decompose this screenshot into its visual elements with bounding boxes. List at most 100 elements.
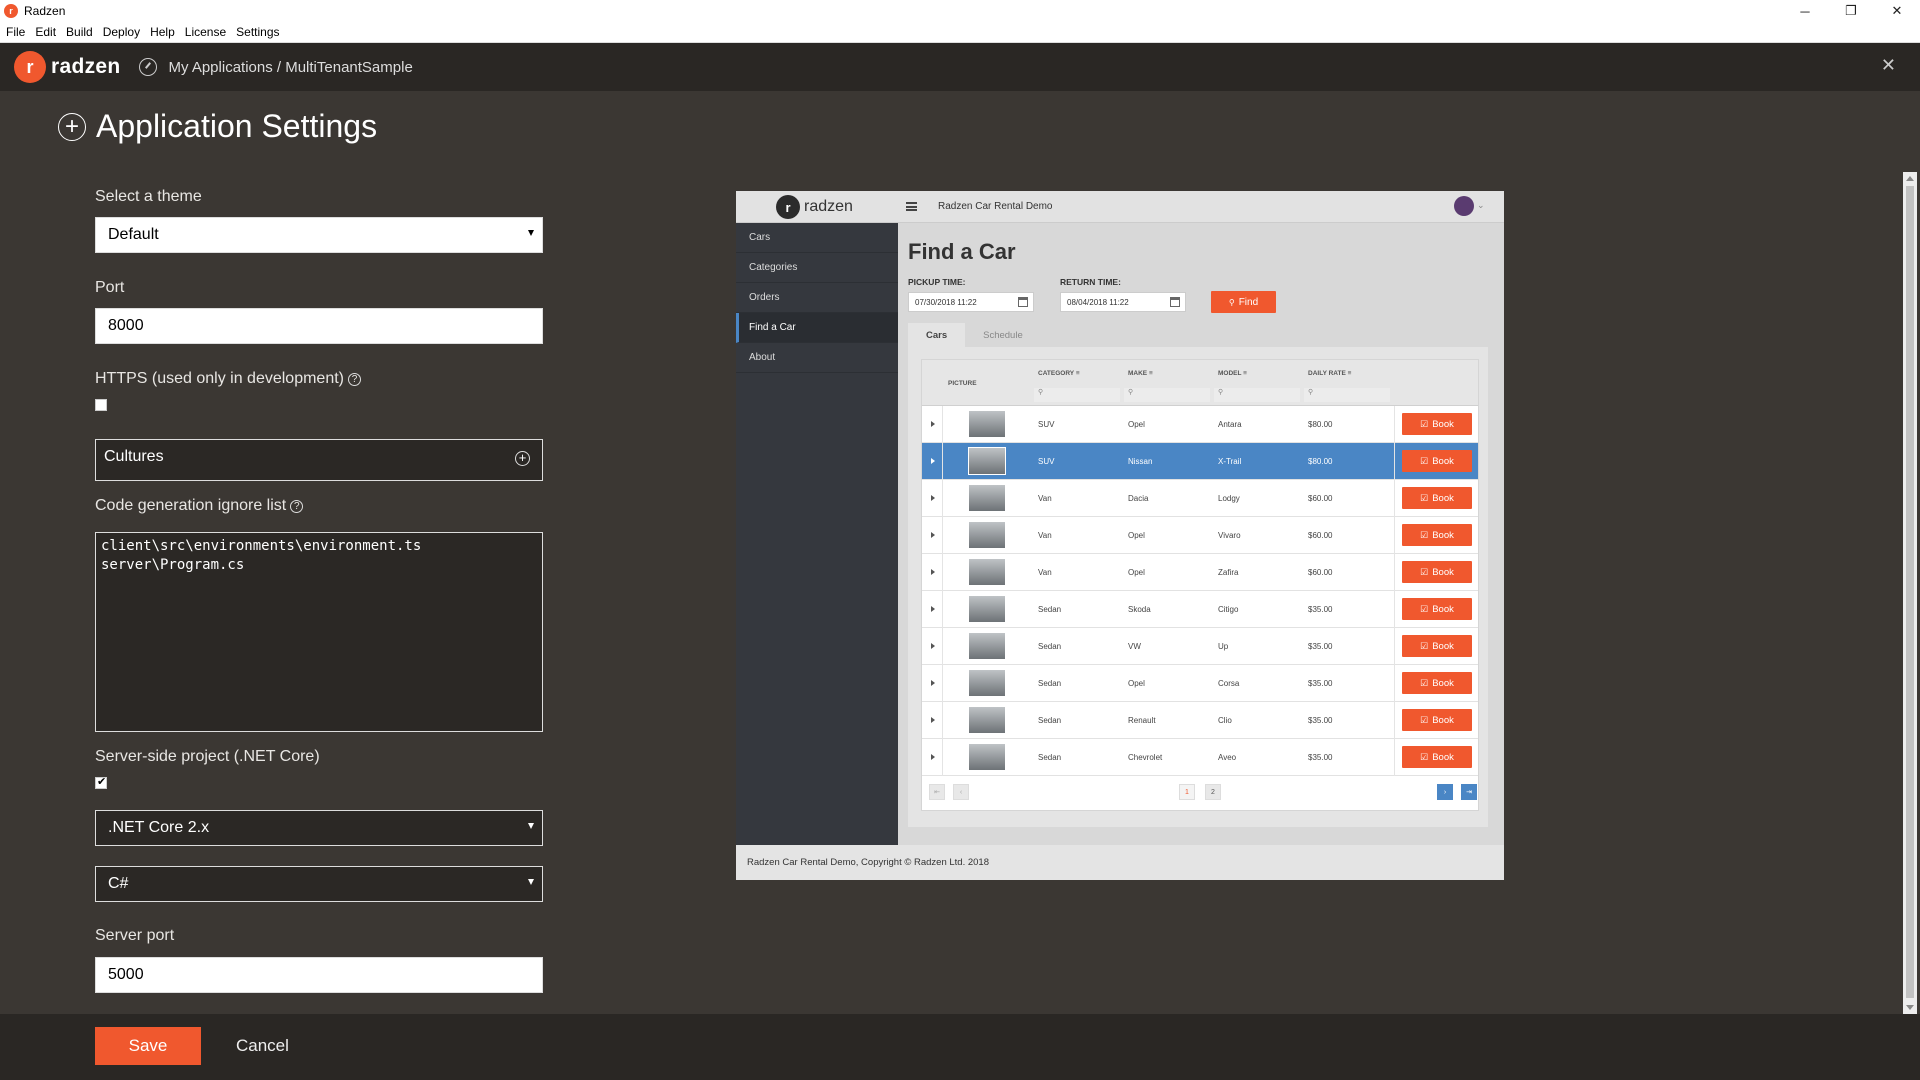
cell-rate: $35.00 [1308,716,1333,725]
preview-grid-header: PICTURE CATEGORY ≡ MAKE ≡ MODEL ≡ DAILY … [922,360,1478,406]
expand-icon [931,680,935,686]
column-divider [942,406,943,443]
calendar-icon [1170,297,1180,307]
close-icon[interactable]: ✕ [1881,55,1896,76]
search-icon: ⚲ [1228,297,1235,307]
book-button-label: Book [1432,455,1454,467]
table-row: SUV Opel Antara $80.00 ☑ Book [922,406,1478,443]
preview-tab-panel: PICTURE CATEGORY ≡ MAKE ≡ MODEL ≡ DAILY … [908,347,1488,827]
https-checkbox[interactable] [95,399,107,411]
preview-pickup-label: PICKUP TIME: [908,277,966,287]
column-picture: PICTURE [948,380,977,387]
server-port-input-value: 5000 [108,966,144,983]
table-row: Sedan Renault Clio $35.00 ☑ Book [922,702,1478,739]
car-picture [968,410,1006,438]
window-close-icon[interactable]: ✕ [1874,0,1920,22]
check-square-icon: ☑ [1420,418,1429,429]
help-icon[interactable]: ? [290,500,304,513]
cell-rate: $35.00 [1308,753,1333,762]
cell-category: Sedan [1038,753,1062,762]
window-titlebar: r Radzen ─ ❐ ✕ [0,0,1920,22]
book-button-label: Book [1432,714,1454,726]
car-picture [968,632,1006,660]
menu-edit[interactable]: Edit [35,25,56,39]
book-button: ☑ Book [1402,487,1472,509]
menu-build[interactable]: Build [66,25,93,39]
cell-category: Sedan [1038,642,1062,651]
preview-return-value: 08/04/2018 11:22 [1067,297,1129,307]
dashboard-icon[interactable] [138,58,157,76]
theme-preview: r radzen Radzen Car Rental Demo ⌄ Cars C… [736,191,1504,880]
vertical-scrollbar[interactable] [1903,172,1917,1014]
car-picture [968,743,1006,771]
column-divider [1394,739,1395,776]
car-picture [968,669,1006,697]
radzen-logo[interactable]: r radzen [14,51,121,83]
column-model-label: MODEL [1218,370,1242,377]
menu-settings[interactable]: Settings [236,25,279,39]
radzen-logo-icon: r [14,51,46,83]
breadcrumb-text[interactable]: My Applications / MultiTenantSample [169,59,413,76]
cancel-button[interactable]: Cancel [236,1036,289,1056]
sort-icon: ≡ [1243,370,1247,377]
chevron-down-icon [528,823,534,829]
book-button-label: Book [1432,677,1454,689]
page-title-text: Application Settings [96,108,378,144]
preview-logo-icon: r [776,195,800,219]
menu-license[interactable]: License [185,25,226,39]
add-culture-icon[interactable]: + [515,451,530,466]
server-project-checkbox[interactable] [95,775,107,789]
column-rate-label: DAILY RATE [1308,370,1346,377]
cell-model: Lodgy [1218,494,1240,503]
preview-cars-grid: PICTURE CATEGORY ≡ MAKE ≡ MODEL ≡ DAILY … [921,359,1479,811]
port-input[interactable]: 8000 [95,308,543,344]
cell-make: Opel [1128,568,1145,577]
language-select-value: C# [108,875,129,892]
expand-icon [931,458,935,464]
expand-icon [931,606,935,612]
server-port-input[interactable]: 5000 [95,957,543,993]
chevron-down-icon [528,230,534,236]
restore-icon[interactable]: ❐ [1828,0,1874,22]
filter-search-icon: ⚲ [1304,388,1390,402]
book-button-label: Book [1432,529,1454,541]
menu-deploy[interactable]: Deploy [103,25,140,39]
column-divider [1394,628,1395,665]
book-button: ☑ Book [1402,672,1472,694]
window-title: Radzen [24,4,66,18]
cell-make: Dacia [1128,494,1149,503]
save-button[interactable]: Save [95,1027,201,1065]
cell-model: Vivaro [1218,531,1241,540]
table-row: Sedan VW Up $35.00 ☑ Book [922,628,1478,665]
port-label: Port [95,279,125,296]
help-icon[interactable]: ? [348,373,361,386]
menu-help[interactable]: Help [150,25,175,39]
add-circle-icon: + [58,112,86,141]
framework-select[interactable]: .NET Core 2.x [95,810,543,846]
scroll-down-icon[interactable] [1906,1005,1914,1010]
book-button-label: Book [1432,492,1454,504]
minimize-icon[interactable]: ─ [1782,0,1828,22]
cell-make: Skoda [1128,605,1151,614]
theme-select[interactable]: Default [95,217,543,253]
chevron-down-icon: ⌄ [1477,200,1485,210]
expand-icon [931,754,935,760]
preview-nav-categories: Categories [736,253,898,283]
column-divider [942,517,943,554]
check-square-icon: ☑ [1420,603,1429,614]
language-select[interactable]: C# [95,866,543,902]
preview-nav-cars: Cars [736,223,898,253]
server-project-label: Server-side project (.NET Core) [95,748,320,765]
menu-file[interactable]: File [6,25,25,39]
scrollbar-thumb[interactable] [1906,186,1914,998]
preview-return-label: RETURN TIME: [1060,277,1121,287]
cell-category: SUV [1038,457,1055,466]
ignore-list-textarea[interactable]: client\src\environments\environment.ts s… [95,532,543,732]
scroll-up-icon[interactable] [1906,176,1914,181]
preview-nav-about: About [736,343,898,373]
book-button: ☑ Book [1402,598,1472,620]
cell-category: Sedan [1038,679,1062,688]
column-divider [1394,406,1395,443]
car-picture [968,521,1006,549]
logo-text: radzen [51,55,121,78]
